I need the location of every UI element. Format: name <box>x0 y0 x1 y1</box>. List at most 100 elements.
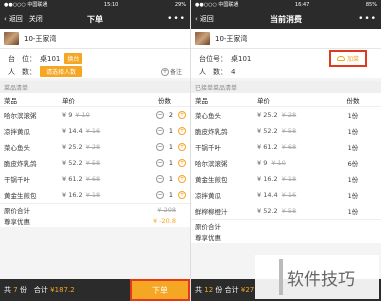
remark-button[interactable]: + 备注 <box>160 67 182 76</box>
more-icon[interactable]: ••• <box>358 14 377 24</box>
chevron-left-icon: ‹ <box>4 15 7 23</box>
dish-price: ¥ 52.2 ¥ 58 <box>62 159 128 167</box>
quantity-stepper: −1 + <box>128 175 186 183</box>
dish-price: ¥ 25.2 ¥ 28 <box>62 143 128 151</box>
quantity-value: 1 <box>168 175 174 183</box>
dish-price: ¥ 16.2 ¥ 18 <box>257 175 329 183</box>
close-button[interactable]: 关闭 <box>29 14 43 24</box>
original-total-label: 原价合计 <box>4 206 30 215</box>
minus-icon[interactable]: − <box>156 159 164 167</box>
plus-circle-icon: + <box>160 67 169 76</box>
watermark: 软件技巧 <box>255 255 379 299</box>
original-total-value: ¥ 208 <box>157 205 176 214</box>
dish-price: ¥ 61.2 ¥ 68 <box>257 143 329 151</box>
current-price: ¥ 14.4 <box>62 127 83 135</box>
list-item: 脆皮炸乳鸽 ¥ 52.2 ¥ 58 1份 <box>191 123 381 139</box>
time-text: 16:47 <box>294 1 310 8</box>
place-order-button[interactable]: 下单 <box>130 279 190 301</box>
quantity-value: 1 <box>168 159 174 167</box>
plus-icon[interactable]: + <box>178 143 186 151</box>
header-price: 单价 <box>62 96 75 105</box>
original-price: ¥ 58 <box>281 127 297 135</box>
minus-icon[interactable]: − <box>156 191 164 199</box>
dish-name: 凉拌黄瓜 <box>195 192 221 200</box>
dish-price: ¥ 14.4 ¥ 16 <box>257 191 329 199</box>
header-qty-label: 份数 <box>158 96 171 105</box>
shop-name: 10-王家湾 <box>24 34 57 43</box>
left-phone-screen: ●●○○○ 中国联通 15:10 29% ‹ 返回 关闭 下单 ••• 10-王… <box>0 0 190 301</box>
dish-list: 菜心鱼头 ¥ 25.2 ¥ 28 1份 脆皮炸乳鸽 ¥ 52.2 ¥ 58 1份 干锅千叶 ¥ 6… <box>191 107 381 219</box>
plus-icon[interactable]: + <box>178 127 186 135</box>
page-title: 当前消费 <box>270 14 302 24</box>
discount-row: 尊享优惠 ¥ -20.8 <box>0 215 190 227</box>
shop-header: 10-王家湾 <box>0 29 190 49</box>
quantity-value: 1 <box>168 191 174 199</box>
list-item: 干锅千叶 ¥ 61.2 ¥ 68 1份 <box>191 139 381 155</box>
list-item: 凉拌黄瓜 ¥ 14.4 ¥ 16 1份 <box>191 187 381 203</box>
table-row: 台 位： 桌101 换台 <box>8 52 182 65</box>
original-price: ¥ 68 <box>281 143 297 151</box>
discount-label: 尊享优惠 <box>195 234 221 242</box>
list-item: 脆皮炸乳鸽 ¥ 52.2 ¥ 58 −1 + <box>0 155 190 171</box>
original-price: ¥ 58 <box>85 159 101 167</box>
list-item: 鲜榨柳橙汁 ¥ 52.2 ¥ 58 1份 <box>191 203 381 219</box>
original-price: ¥ 18 <box>281 175 297 183</box>
select-people-button[interactable]: 请选择人数 <box>40 66 83 77</box>
original-price: ¥ 10 <box>271 159 286 167</box>
plus-icon[interactable]: + <box>178 191 186 199</box>
table-value: 桌101 <box>231 54 252 63</box>
shop-avatar <box>4 32 19 45</box>
original-price: ¥ 28 <box>281 111 297 119</box>
minus-icon[interactable]: − <box>156 143 164 151</box>
back-button[interactable]: ‹ 返回 <box>4 14 23 24</box>
original-price: ¥ 68 <box>85 175 101 183</box>
table-label: 台 位： <box>8 54 36 63</box>
discount-row: 尊享优惠 <box>191 231 381 243</box>
more-icon[interactable]: ••• <box>167 14 186 24</box>
order-summary: 共 7 份 合计 ¥187.2 <box>0 285 130 295</box>
original-price: ¥ 58 <box>281 207 297 215</box>
current-price: ¥ 52.2 <box>62 159 83 167</box>
total-amount: ¥187.2 <box>50 286 75 294</box>
shop-avatar <box>195 32 210 45</box>
list-item: 黄金生煎包 ¥ 16.2 ¥ 18 1份 <box>191 171 381 187</box>
original-total-row: 原价合计 <box>191 219 381 231</box>
table-value: 桌101 <box>40 54 61 63</box>
dish-price: ¥ 9 ¥ 10 <box>257 159 329 167</box>
plus-icon[interactable]: + <box>178 175 186 183</box>
header-name: 菜品 <box>195 96 208 105</box>
quantity-stepper: −2 + <box>128 111 186 119</box>
watermark-bar-icon <box>279 259 283 295</box>
minus-icon[interactable]: − <box>156 175 164 183</box>
quantity-stepper: −1 + <box>128 127 186 135</box>
quantity-value: 6份 <box>347 160 359 168</box>
dish-price: ¥ 9 ¥ 10 <box>62 111 128 119</box>
dish-name: 脆皮炸乳鸽 <box>4 160 37 168</box>
current-price: ¥ 61.2 <box>62 175 83 183</box>
discount-label: 尊享优惠 <box>4 218 30 226</box>
status-bar: ●●○○○ 中国联通 15:10 29% <box>0 0 190 9</box>
time-text: 15:10 <box>103 1 119 8</box>
dish-name: 菜心鱼头 <box>4 144 30 152</box>
back-button[interactable]: ‹ 返回 <box>195 14 214 24</box>
summary-mid: 份 合计 <box>19 286 48 294</box>
minus-icon[interactable]: − <box>156 127 164 135</box>
current-price: ¥ 25.2 <box>257 111 278 119</box>
current-price: ¥ 52.2 <box>257 127 278 135</box>
dish-name: 干锅千叶 <box>195 144 221 152</box>
header-qty: 份数 <box>128 95 186 105</box>
plus-icon[interactable]: + <box>178 111 186 119</box>
people-label: 人 数： <box>8 67 36 76</box>
list-item: 哈尔滨滚粥 ¥ 9 ¥ 10 6份 <box>191 155 381 171</box>
nav-bar: ‹ 返回 关闭 下单 ••• <box>0 9 190 29</box>
plus-icon[interactable]: + <box>178 159 186 167</box>
header-price: 单价 <box>257 96 270 105</box>
current-price: ¥ 61.2 <box>257 143 278 151</box>
shop-header: 10-王家湾 <box>191 29 381 49</box>
add-dish-button[interactable]: 加菜 <box>328 50 367 67</box>
change-table-button[interactable]: 换台 <box>64 53 83 64</box>
minus-icon[interactable]: − <box>156 111 164 119</box>
summary-mid: 份 合计 <box>215 286 239 294</box>
list-item: 凉拌黄瓜 ¥ 14.4 ¥ 16 −1 + <box>0 123 190 139</box>
quantity-value: 1份 <box>347 112 359 120</box>
